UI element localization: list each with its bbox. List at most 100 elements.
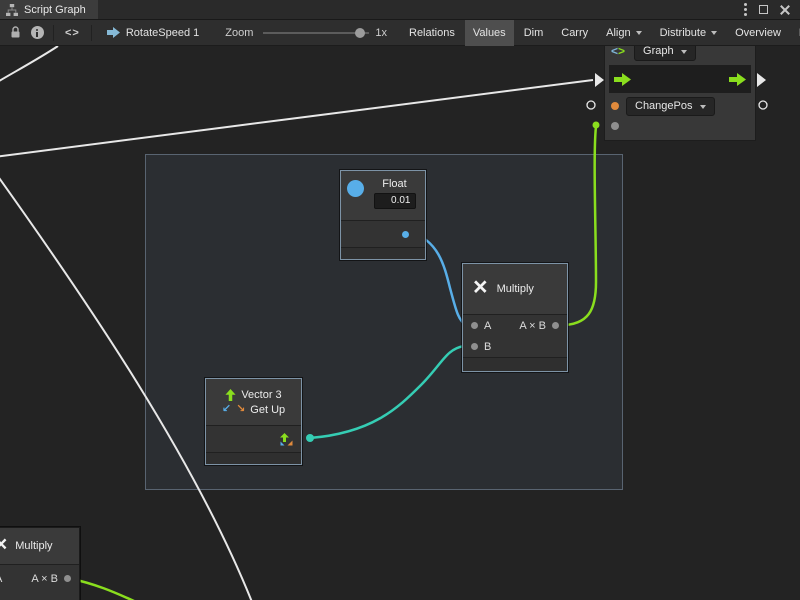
button-label: Align [606,27,630,39]
close-icon[interactable] [780,5,790,15]
toolbar-button-values[interactable]: Values [465,20,514,46]
toolbar-button-relations[interactable]: Relations [401,20,463,46]
float-output-row [341,221,425,247]
code-button[interactable]: <> [59,27,86,39]
multiply-row-b [0,592,79,600]
toolbar-button-fullscreen[interactable]: Full Screen [791,20,800,46]
kebab-menu-icon[interactable] [744,3,747,16]
vector3-node-header[interactable]: Vector 3 ↙ ↘ Get Up [206,379,301,425]
toolbar-buttons: Relations Values Dim Carry Align Distrib… [401,20,800,46]
multiply-input-b-port[interactable] [471,343,478,350]
vector3-output-row [206,426,301,452]
lock-icon [10,26,21,39]
float-node[interactable]: Float 0.01 [340,170,426,260]
arrow-downleft-icon: ↙ [222,404,231,415]
toolbar-separator [53,25,54,41]
multiply-node-header[interactable]: × Multiply [0,528,79,564]
zoom-slider-handle[interactable] [355,28,365,38]
button-label: Carry [561,27,588,39]
port-label: B [484,341,491,353]
changepos-dropdown[interactable]: ChangePos [626,97,715,116]
script-graph-icon: <> [611,44,625,58]
up-arrow-icon [225,389,236,401]
button-label: Distribute [660,27,706,39]
vector3-getup-node[interactable]: Vector 3 ↙ ↘ Get Up [205,378,302,465]
button-label: Overview [735,27,781,39]
multiply-output-port[interactable] [552,322,559,329]
node-subtitle: Get Up [250,404,285,416]
window-titlebar: Script Graph [0,0,800,20]
zoom-value: 1x [375,27,387,39]
button-label: Values [473,27,506,39]
vector3-type-icon[interactable] [280,433,293,446]
lock-button[interactable] [4,22,26,44]
script-graph-asset-icon [107,27,120,38]
info-button[interactable] [26,22,48,44]
chevron-down-icon [700,105,706,112]
graph-hierarchy-icon [6,4,18,16]
port-label: A [0,573,2,585]
button-label: Dim [524,27,544,39]
zoom-label: Zoom [225,27,253,39]
multiply-icon: × [473,275,488,300]
multiply-input-a-port[interactable] [471,322,478,329]
chevron-down-icon [711,31,717,38]
float-type-icon [347,180,364,197]
zoom-slider[interactable] [263,20,369,46]
graph-dropdown-label: Graph [643,46,674,57]
graph-reference-breadcrumb[interactable]: RotateSpeed 1 [107,27,199,39]
node-title: Multiply [497,283,534,295]
chevron-down-icon [681,50,687,57]
multiply-ports: A A × B [0,564,79,600]
zoom-slider-track [263,32,369,34]
multiply-row-a: A A × B [0,565,79,592]
node-footer [463,357,567,371]
multiply-row-b: B [463,336,567,357]
multiply-output-port[interactable] [64,575,71,582]
node-title: Multiply [15,540,52,552]
graph-node[interactable]: <> Graph ChangePos [604,38,756,141]
float-output-port[interactable] [402,231,409,238]
graph-extra-port-row [605,117,755,135]
port-label: A [484,320,491,332]
arrow-downright-icon: ↘ [236,404,245,415]
float-value-input[interactable]: 0.01 [374,193,416,209]
float-node-header[interactable]: Float 0.01 [341,171,425,220]
changepos-dropdown-label: ChangePos [635,101,693,112]
script-graph-window: Float 0.01 × Multiply A A × B [0,0,800,600]
window-title: Script Graph [24,4,86,16]
toolbar-button-align[interactable]: Align [598,20,649,46]
graph-toolbar: <> RotateSpeed 1 Zoom 1x Relations Value… [0,20,800,46]
float-ports [341,220,425,247]
vector3-ports [206,425,301,452]
toolbar-button-dim[interactable]: Dim [516,20,552,46]
multiply-node-header[interactable]: × Multiply [463,264,567,314]
script-graph-tab[interactable]: Script Graph [0,0,98,19]
graph-value-port[interactable] [611,122,619,130]
multiply-ports: A A × B B [463,314,567,357]
chevron-down-icon [636,31,642,38]
changepos-value-port[interactable] [611,102,619,110]
multiply-node-partial[interactable]: × Multiply A A × B [0,527,80,600]
changepos-row: ChangePos [605,95,755,117]
toolbar-button-distribute[interactable]: Distribute [652,20,725,46]
port-label: A × B [519,320,546,332]
button-label: Relations [409,27,455,39]
flow-out-arrow-icon[interactable] [729,73,746,86]
node-footer [341,247,425,259]
port-label: A × B [31,573,58,585]
window-controls [744,0,800,19]
info-icon [31,26,44,39]
toolbar-separator [91,25,92,41]
multiply-row-a: A A × B [463,315,567,336]
maximize-icon[interactable] [759,5,768,14]
multiply-icon: × [0,534,7,555]
node-footer [206,452,301,464]
graph-reference-label: RotateSpeed 1 [126,27,199,39]
graph-flow-strip [609,65,751,93]
multiply-node[interactable]: × Multiply A A × B B [462,263,568,372]
toolbar-button-carry[interactable]: Carry [553,20,596,46]
toolbar-button-overview[interactable]: Overview [727,20,789,46]
flow-in-arrow-icon[interactable] [614,73,631,86]
node-title: Float [382,178,406,190]
